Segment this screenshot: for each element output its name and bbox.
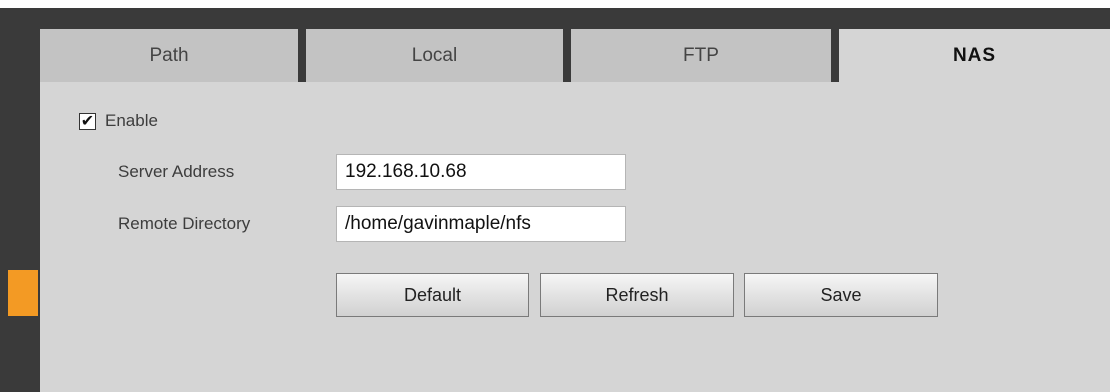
storage-tabs: Path Local FTP NAS <box>40 29 1110 82</box>
enable-checkbox[interactable]: ✔ <box>79 112 96 130</box>
refresh-button[interactable]: Refresh <box>540 273 734 317</box>
enable-row: ✔ Enable <box>79 111 158 131</box>
enable-label: Enable <box>105 111 158 130</box>
remote-directory-label: Remote Directory <box>118 214 251 233</box>
tab-nas[interactable]: NAS <box>839 29 1110 82</box>
tab-local[interactable]: Local <box>306 29 563 82</box>
nas-settings-form: ✔ Enable Server Address Remote Directory… <box>40 82 1110 392</box>
tab-ftp[interactable]: FTP <box>571 29 831 82</box>
save-button[interactable]: Save <box>744 273 938 317</box>
server-address-label: Server Address <box>118 162 235 181</box>
storage-settings-panel: Path Local FTP NAS ✔ Enable Server Addre… <box>40 29 1110 392</box>
tab-path[interactable]: Path <box>40 29 298 82</box>
default-button[interactable]: Default <box>336 273 529 317</box>
active-nav-indicator <box>8 270 38 316</box>
remote-directory-input[interactable] <box>336 206 626 242</box>
server-address-input[interactable] <box>336 154 626 190</box>
